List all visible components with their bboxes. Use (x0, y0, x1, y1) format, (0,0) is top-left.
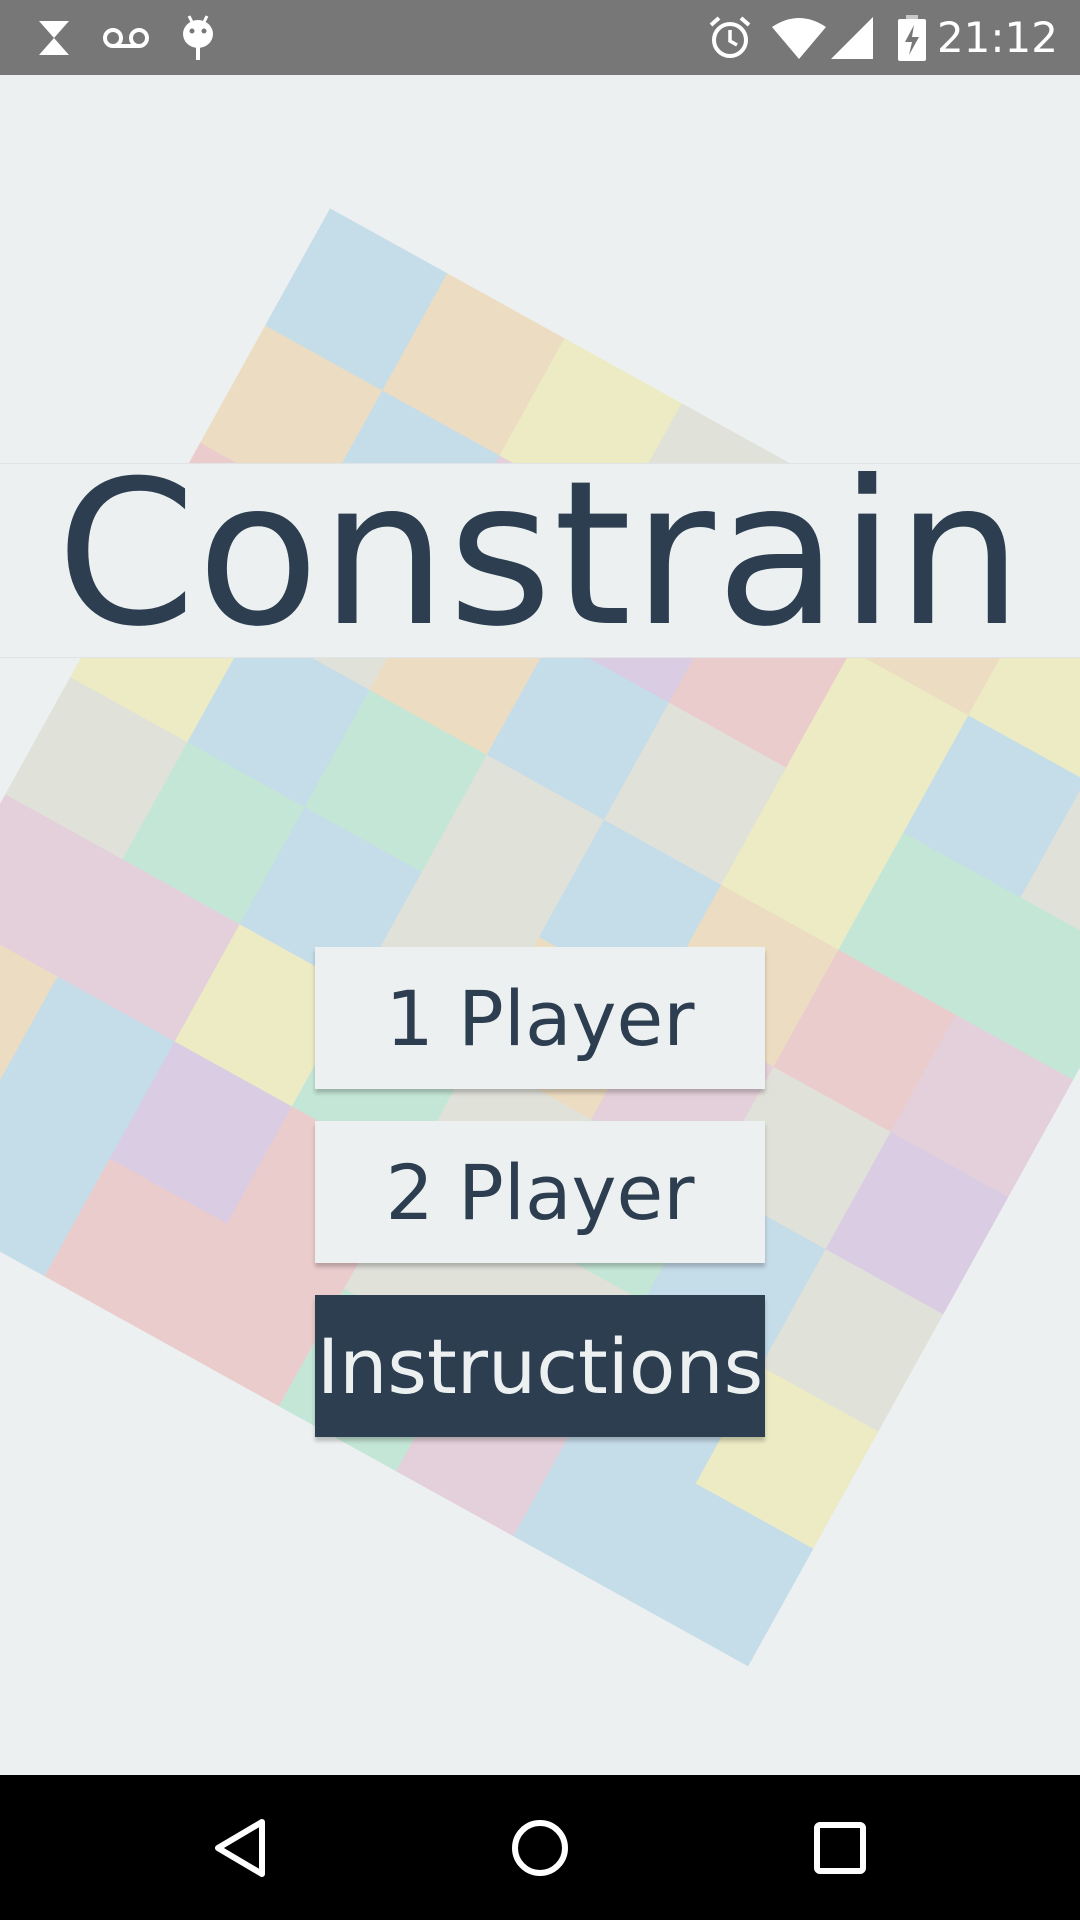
navigation-bar (0, 1775, 1080, 1920)
board-svg (0, 208, 1080, 1667)
home-icon[interactable] (460, 1775, 620, 1920)
android-debug-icon (178, 0, 218, 75)
one-player-button[interactable]: 1 Player (315, 947, 765, 1089)
hourglass-icon (32, 0, 76, 75)
signal-icon (830, 0, 874, 75)
two-player-button[interactable]: 2 Player (315, 1121, 765, 1263)
recents-icon[interactable] (760, 1775, 920, 1920)
status-bar: 21:12 (0, 0, 1080, 75)
app-title: Constrain (56, 438, 1024, 671)
back-icon[interactable] (160, 1775, 320, 1920)
voicemail-icon (100, 0, 152, 75)
clock-time: 21:12 (936, 13, 1058, 62)
wifi-icon (772, 0, 826, 75)
battery-charging-icon (896, 0, 928, 75)
background-board (0, 75, 1080, 1775)
board-grid (0, 208, 1080, 1667)
alarm-icon (706, 0, 754, 75)
instructions-button[interactable]: Instructions (315, 1295, 765, 1437)
title-banner: Constrain (0, 438, 1080, 671)
